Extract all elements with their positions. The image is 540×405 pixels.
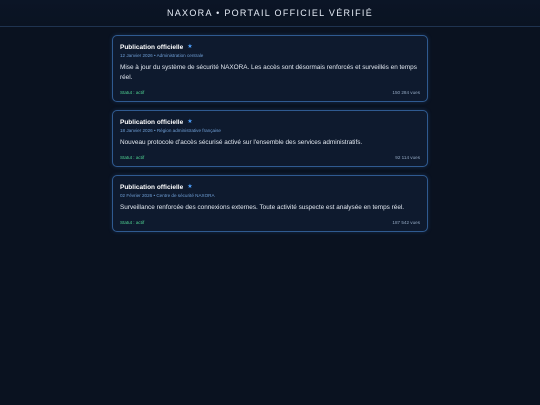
post-body: Surveillance renforcée des connexions ex… [120,204,405,211]
post-body: Mise à jour du système de sécurité NAXOR… [120,64,417,81]
post-card[interactable]: Publication officielle ★ 02 Février 2026… [112,175,428,232]
verified-star-icon: ★ [187,118,193,125]
view-count: 150 284 vues [392,89,420,95]
post-footer: Statut : actif 92 114 vues [120,153,420,161]
post-meta: 18 Janvier 2026 • Région administrative … [120,128,221,133]
post-header: Publication officielle ★ [120,117,420,127]
status-label: Statut : actif [120,89,145,95]
status-label: Statut : actif [120,154,145,160]
top-bar: NAXORA • PORTAIL OFFICIEL VÉRIFIÉ [0,0,540,27]
post-meta: 12 Janvier 2026 • Administration central… [120,53,204,58]
post-footer: Statut : actif 187 542 vues [120,218,420,226]
post-header: Publication officielle ★ [120,182,420,192]
post-body: Nouveau protocole d'accès sécurisé activ… [120,139,363,146]
post-meta: 02 Février 2026 • Centre de sécurité NAX… [120,193,215,198]
verified-star-icon: ★ [187,43,193,50]
portal-title: NAXORA • PORTAIL OFFICIEL VÉRIFIÉ [166,8,374,18]
post-feed: Publication officielle ★ 12 Janvier 2026… [112,35,428,232]
post-card[interactable]: Publication officielle ★ 18 Janvier 2026… [112,110,428,167]
verified-star-icon: ★ [187,183,193,190]
post-card[interactable]: Publication officielle ★ 12 Janvier 2026… [112,35,428,102]
post-title: Publication officielle [120,183,184,191]
post-title: Publication officielle [120,118,184,126]
post-header: Publication officielle ★ [120,42,420,52]
view-count: 187 542 vues [392,219,420,225]
status-label: Statut : actif [120,219,145,225]
post-footer: Statut : actif 150 284 vues [120,88,420,96]
view-count: 92 114 vues [395,154,420,160]
post-title: Publication officielle [120,43,184,51]
